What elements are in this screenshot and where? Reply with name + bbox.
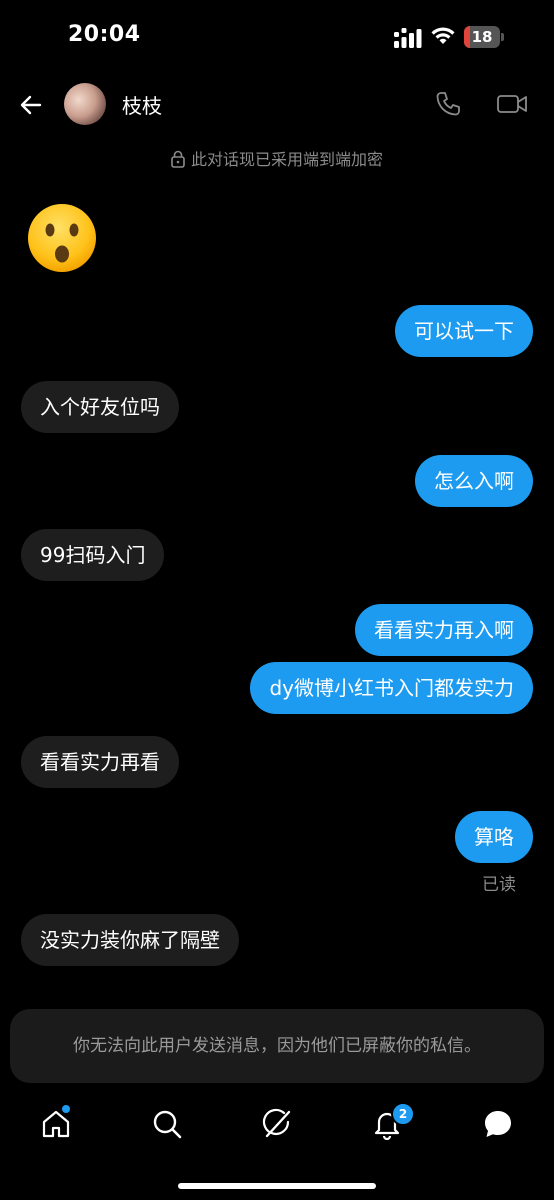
bottom-tab-bar [0,1096,554,1156]
message-bubble-sent[interactable]: dy微博小红书入门都发实力 [250,662,533,714]
message-bubble-sent[interactable]: 算咯 [455,811,533,863]
encryption-notice: 此对话现已采用端到端加密 [0,146,554,170]
home-unread-dot [62,1105,70,1113]
message-bubble-received[interactable]: 没实力装你麻了隔壁 [21,914,239,966]
battery-indicator: 18 [464,26,504,48]
notification-count-badge: 2 [391,1102,415,1126]
message-bubble-received[interactable]: 入个好友位吗 [21,381,179,433]
wifi-icon [431,27,455,44]
home-indicator[interactable] [178,1183,376,1189]
message-bubble-sent[interactable]: 看看实力再入啊 [355,604,533,656]
video-camera-icon[interactable] [496,92,528,116]
lock-icon [171,150,185,168]
battery-percent: 18 [471,28,493,46]
message-bubble-received[interactable]: 99扫码入门 [21,529,165,581]
contact-name[interactable]: 枝枝 [122,90,162,119]
messages-icon[interactable] [482,1108,514,1140]
message-bubble-sent[interactable]: 怎么入啊 [415,455,533,507]
chat-header: 枝枝 [0,70,554,140]
contact-avatar[interactable] [64,83,106,125]
cellular-signal-icon [394,28,422,48]
read-receipt: 已读 [482,875,516,895]
blocked-dm-notice: 你无法向此用户发送消息，因为他们已屏蔽你的私信。 [10,1009,544,1083]
phone-icon[interactable] [434,90,462,118]
status-time: 20:04 [68,22,141,47]
message-bubble-received[interactable]: 看看实力再看 [21,736,179,788]
message-bubble-sent[interactable]: 可以试一下 [395,305,533,357]
status-bar: 20:04 18 [0,0,554,70]
arrow-left-icon[interactable] [18,92,44,118]
surprised-face-emoji[interactable] [24,202,100,274]
encryption-notice-text: 此对话现已采用端到端加密 [190,150,383,169]
grok-icon[interactable] [261,1108,293,1140]
search-icon[interactable] [151,1108,183,1140]
